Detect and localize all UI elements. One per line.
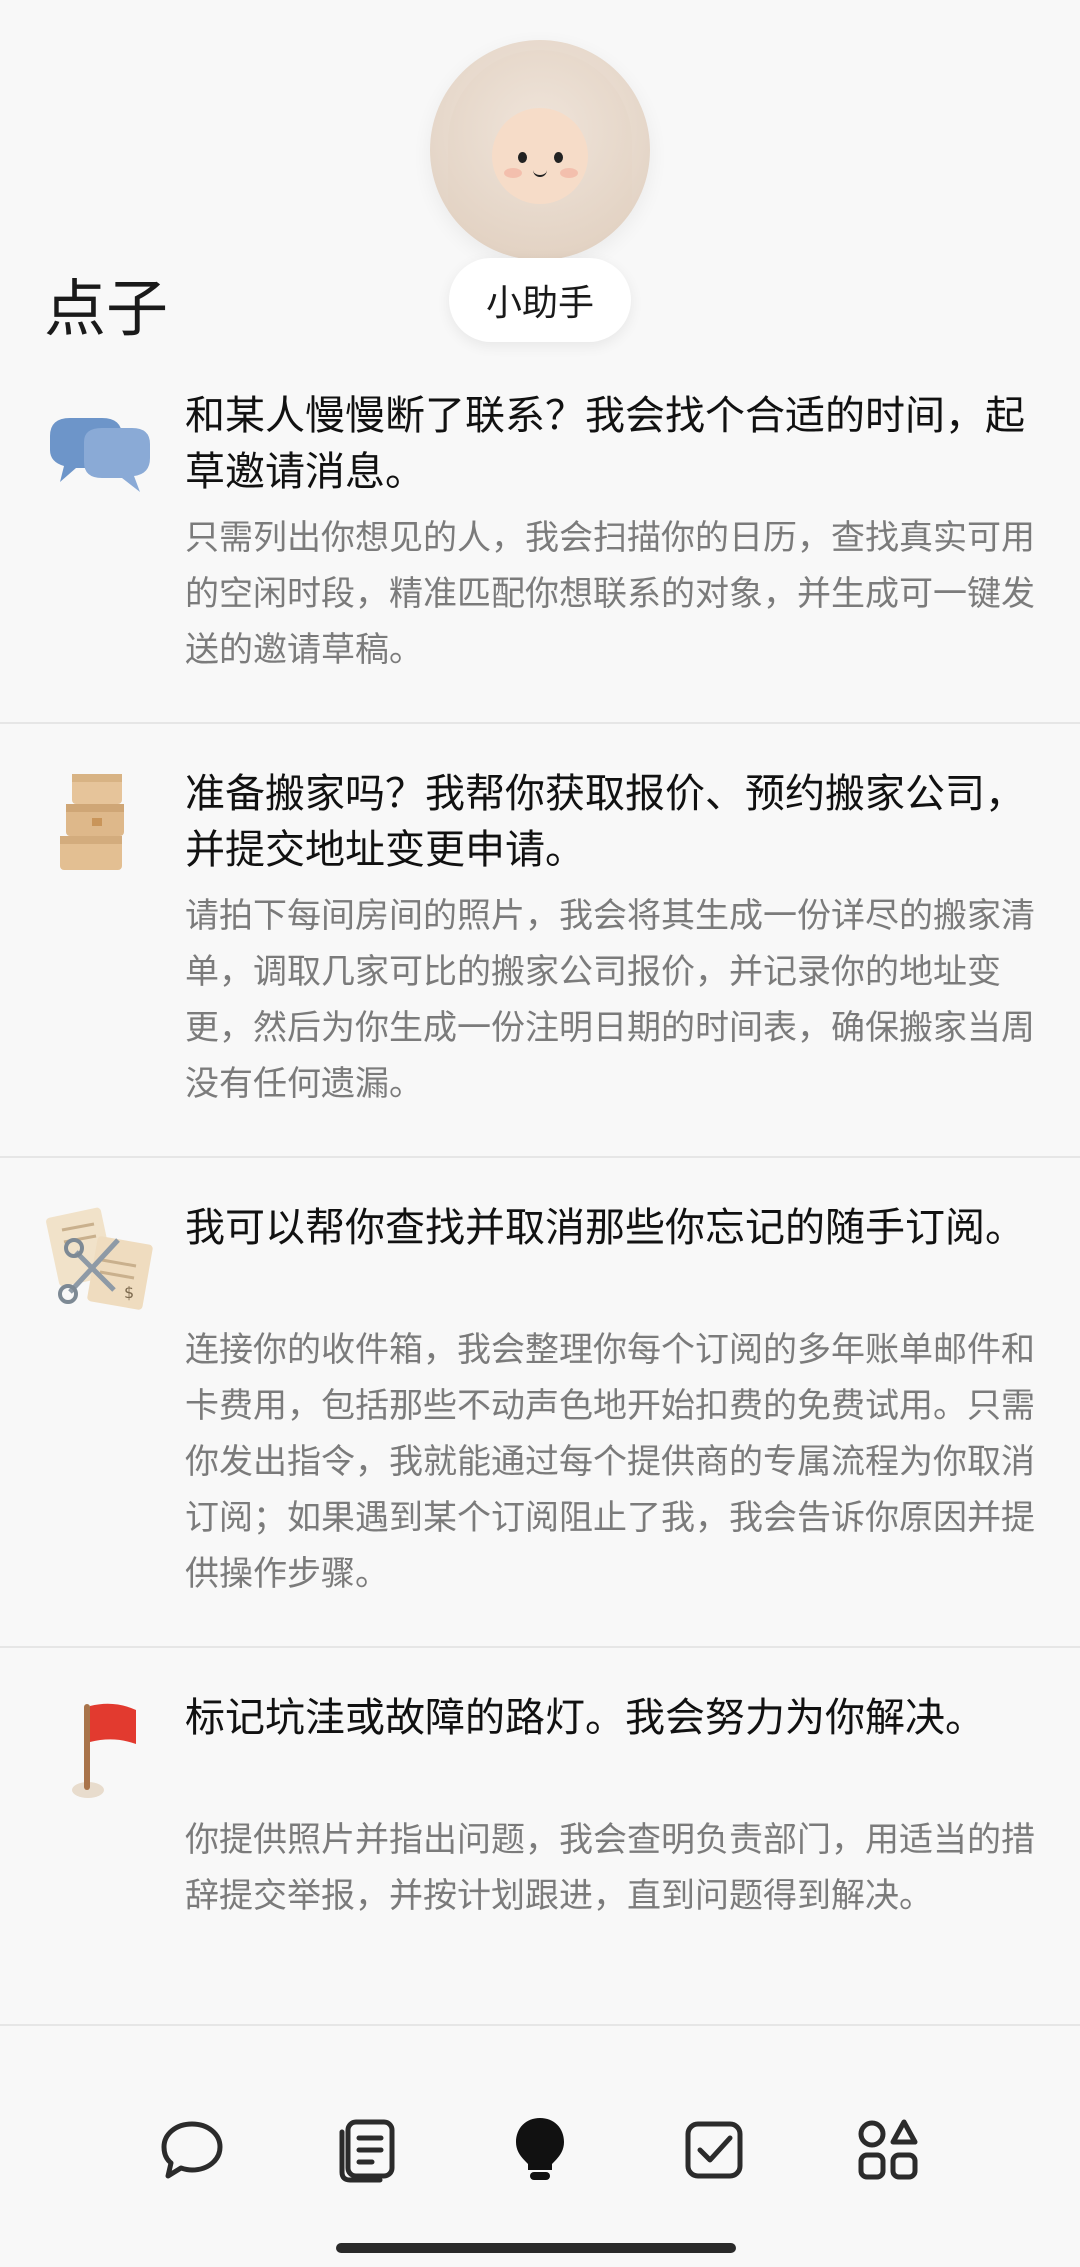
assistant-label-chip[interactable]: 小助手	[449, 258, 631, 342]
scissors-receipt-icon: $	[44, 1200, 156, 1312]
tasks-icon	[685, 2121, 743, 2179]
chat-icon	[161, 2121, 223, 2179]
speech-bubbles-icon	[44, 400, 156, 512]
idea-description: 连接你的收件箱，我会整理你每个订阅的多年账单邮件和卡费用，包括那些不动声色地开始…	[185, 1330, 1035, 1594]
svg-text:$: $	[124, 1283, 134, 1302]
page-title: 点子	[44, 272, 169, 345]
ideas-icon	[516, 2118, 564, 2180]
nav-apps-button[interactable]	[848, 2110, 928, 2190]
red-flag-icon	[44, 1690, 156, 1802]
nav-notes-button[interactable]	[326, 2110, 406, 2190]
apps-icon	[858, 2119, 918, 2180]
idea-title: 我可以帮你查找并取消那些你忘记的随手订阅。	[185, 1205, 1025, 1251]
idea-description: 只需列出你想见的人，我会扫描你的日历，查找真实可用的空闲时段，精准匹配你想联系的…	[185, 518, 1035, 670]
idea-title: 标记坑洼或故障的路灯。我会努力为你解决。	[185, 1695, 985, 1741]
nav-chat-button[interactable]	[152, 2110, 232, 2190]
home-indicator[interactable]	[336, 2243, 736, 2253]
idea-card[interactable]: 标记坑洼或故障的路灯。我会努力为你解决。 你提供照片并指出问题，我会查明负责部门…	[0, 1650, 1080, 2026]
idea-card[interactable]: $ 我可以帮你查找并取消那些你忘记的随手订阅。 连接你的收件箱，我会整理你每个订…	[0, 1160, 1080, 1648]
ideas-screen: 小助手 点子 和某人慢慢断了联系？我会找个合适的时间，起草邀请消息。 只需列出你…	[0, 0, 1080, 2267]
idea-description: 你提供照片并指出问题，我会查明负责部门，用适当的措辞提交举报，并按计划跟进，直到…	[185, 1820, 1035, 1916]
nav-tasks-button[interactable]	[674, 2110, 754, 2190]
idea-card[interactable]: 准备搬家吗？我帮你获取报价、预约搬家公司，并提交地址变更申请。 请拍下每间房间的…	[0, 726, 1080, 1158]
idea-description: 请拍下每间房间的照片，我会将其生成一份详尽的搬家清单，调取几家可比的搬家公司报价…	[185, 896, 1035, 1104]
idea-card[interactable]: 和某人慢慢断了联系？我会找个合适的时间，起草邀请消息。 只需列出你想见的人，我会…	[0, 380, 1080, 724]
idea-title: 准备搬家吗？我帮你获取报价、预约搬家公司，并提交地址变更申请。	[185, 771, 1025, 873]
notes-icon	[339, 2119, 395, 2183]
idea-title: 和某人慢慢断了联系？我会找个合适的时间，起草邀请消息。	[185, 393, 1025, 495]
moving-boxes-icon	[44, 766, 156, 878]
assistant-avatar[interactable]	[430, 40, 650, 260]
nav-ideas-button[interactable]	[500, 2110, 580, 2190]
